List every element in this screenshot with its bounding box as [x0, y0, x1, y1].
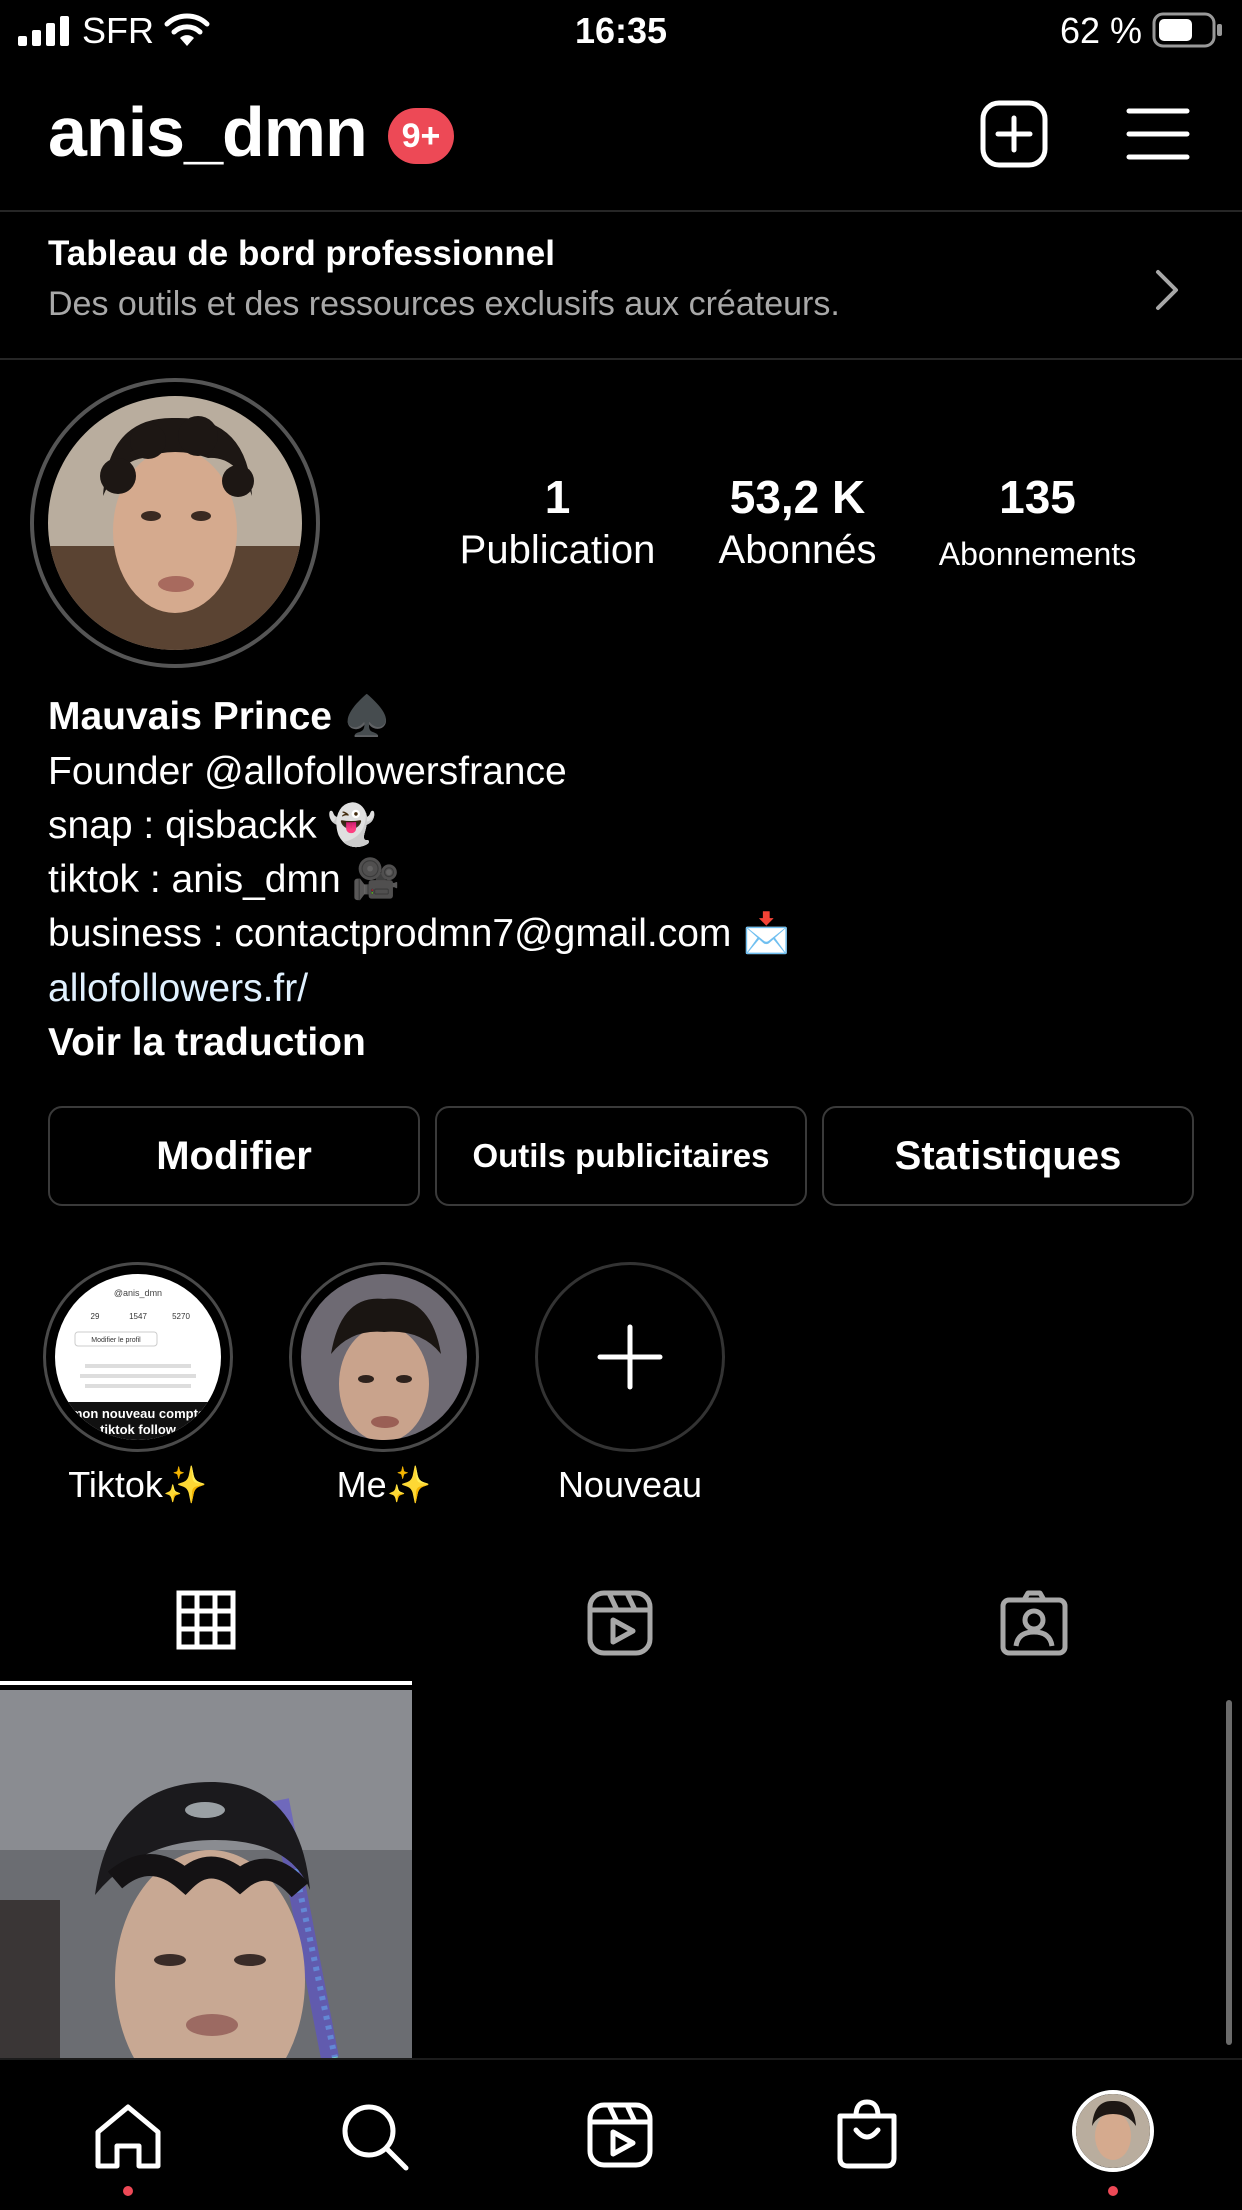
bio-line: business : contactprodmn7@gmail.com 📩: [48, 912, 791, 955]
battery-icon: [1152, 12, 1222, 48]
battery-percent: 62 %: [1059, 10, 1142, 51]
reels-icon[interactable]: [587, 2102, 653, 2168]
home-activity-dot: [123, 2186, 133, 2196]
bottom-nav: [0, 2058, 1242, 2210]
profile-tab-avatar[interactable]: [1072, 2090, 1154, 2172]
profile-username[interactable]: anis_dmn: [48, 92, 368, 172]
thumb-count: 5270: [172, 1312, 190, 1321]
status-bar: SFR 16:35 62 %: [0, 0, 1242, 62]
search-icon[interactable]: [340, 2102, 410, 2172]
divider: [0, 358, 1242, 360]
ad-tools-button[interactable]: Outils publicitaires: [435, 1106, 807, 1206]
stat-posts[interactable]: 1 Publication: [440, 470, 675, 573]
highlight-tiktok[interactable]: @anis_dmn 29 1547 5270 Modifier le profi…: [43, 1262, 233, 1452]
notification-badge[interactable]: 9+: [388, 108, 454, 164]
highlight-label: Me✨: [336, 1464, 432, 1505]
clock: 16:35: [574, 10, 668, 51]
bio-line: tiktok : anis_dmn 🎥: [48, 858, 401, 901]
highlight-label: Tiktok✨: [68, 1464, 208, 1505]
thumb-count: 1547: [129, 1312, 147, 1321]
thumb-banner: tiktok follow: [100, 1422, 177, 1437]
bio-line: Founder @allofollowersfrance: [48, 750, 567, 793]
bio-name: Mauvais Prince ♠️: [48, 695, 392, 738]
bio-line: snap : qisbackk 👻: [48, 804, 377, 847]
stat-following-label: Abonnements: [938, 536, 1137, 572]
insights-button[interactable]: Statistiques: [822, 1106, 1194, 1206]
plus-icon: [597, 1324, 663, 1390]
thumb-button: Modifier le profil: [91, 1337, 141, 1344]
chevron-right-icon: [1156, 270, 1178, 310]
stat-posts-count: 1: [544, 471, 571, 523]
thumb-banner: mon nouveau compte: [71, 1406, 205, 1421]
new-highlight-button[interactable]: [535, 1262, 725, 1452]
grid-icon[interactable]: [176, 1590, 236, 1650]
stat-followers-count: 53,2 K: [729, 471, 866, 523]
home-icon[interactable]: [93, 2102, 163, 2170]
stat-followers[interactable]: 53,2 K Abonnés: [690, 470, 905, 573]
scrollbar[interactable]: [1226, 1700, 1232, 2045]
reels-icon[interactable]: [587, 1590, 653, 1656]
active-tab-indicator: [0, 1681, 412, 1685]
pro-dashboard-subtitle: Des outils et des ressources exclusifs a…: [48, 285, 840, 323]
edit-profile-button[interactable]: Modifier: [48, 1106, 420, 1206]
shop-icon[interactable]: [834, 2098, 900, 2170]
thumb-count: 29: [91, 1312, 100, 1321]
tagged-icon[interactable]: [1000, 1590, 1068, 1656]
thumb-handle: @anis_dmn: [114, 1288, 162, 1298]
highlight-label: Nouveau: [557, 1464, 703, 1505]
bio-website-link[interactable]: allofollowers.fr/: [48, 962, 308, 1016]
menu-icon[interactable]: [1126, 106, 1190, 162]
highlight-cover: @anis_dmn 29 1547 5270 Modifier le profi…: [55, 1274, 221, 1440]
post-thumbnail[interactable]: [0, 1690, 412, 2058]
pro-dashboard-banner[interactable]: Tableau de bord professionnel Des outils…: [0, 212, 1242, 358]
see-translation-link[interactable]: Voir la traduction: [48, 1016, 366, 1070]
stat-followers-label: Abonnés: [718, 528, 877, 572]
highlight-cover: [301, 1274, 467, 1440]
pro-dashboard-title: Tableau de bord professionnel: [48, 234, 555, 273]
profile-avatar[interactable]: [48, 396, 302, 650]
stat-posts-label: Publication: [459, 528, 656, 572]
create-post-icon[interactable]: [980, 100, 1048, 168]
stat-following-count: 135: [999, 471, 1076, 523]
stat-following[interactable]: 135 Abonnements: [920, 470, 1155, 573]
profile-activity-dot: [1108, 2186, 1118, 2196]
highlight-me[interactable]: [289, 1262, 479, 1452]
